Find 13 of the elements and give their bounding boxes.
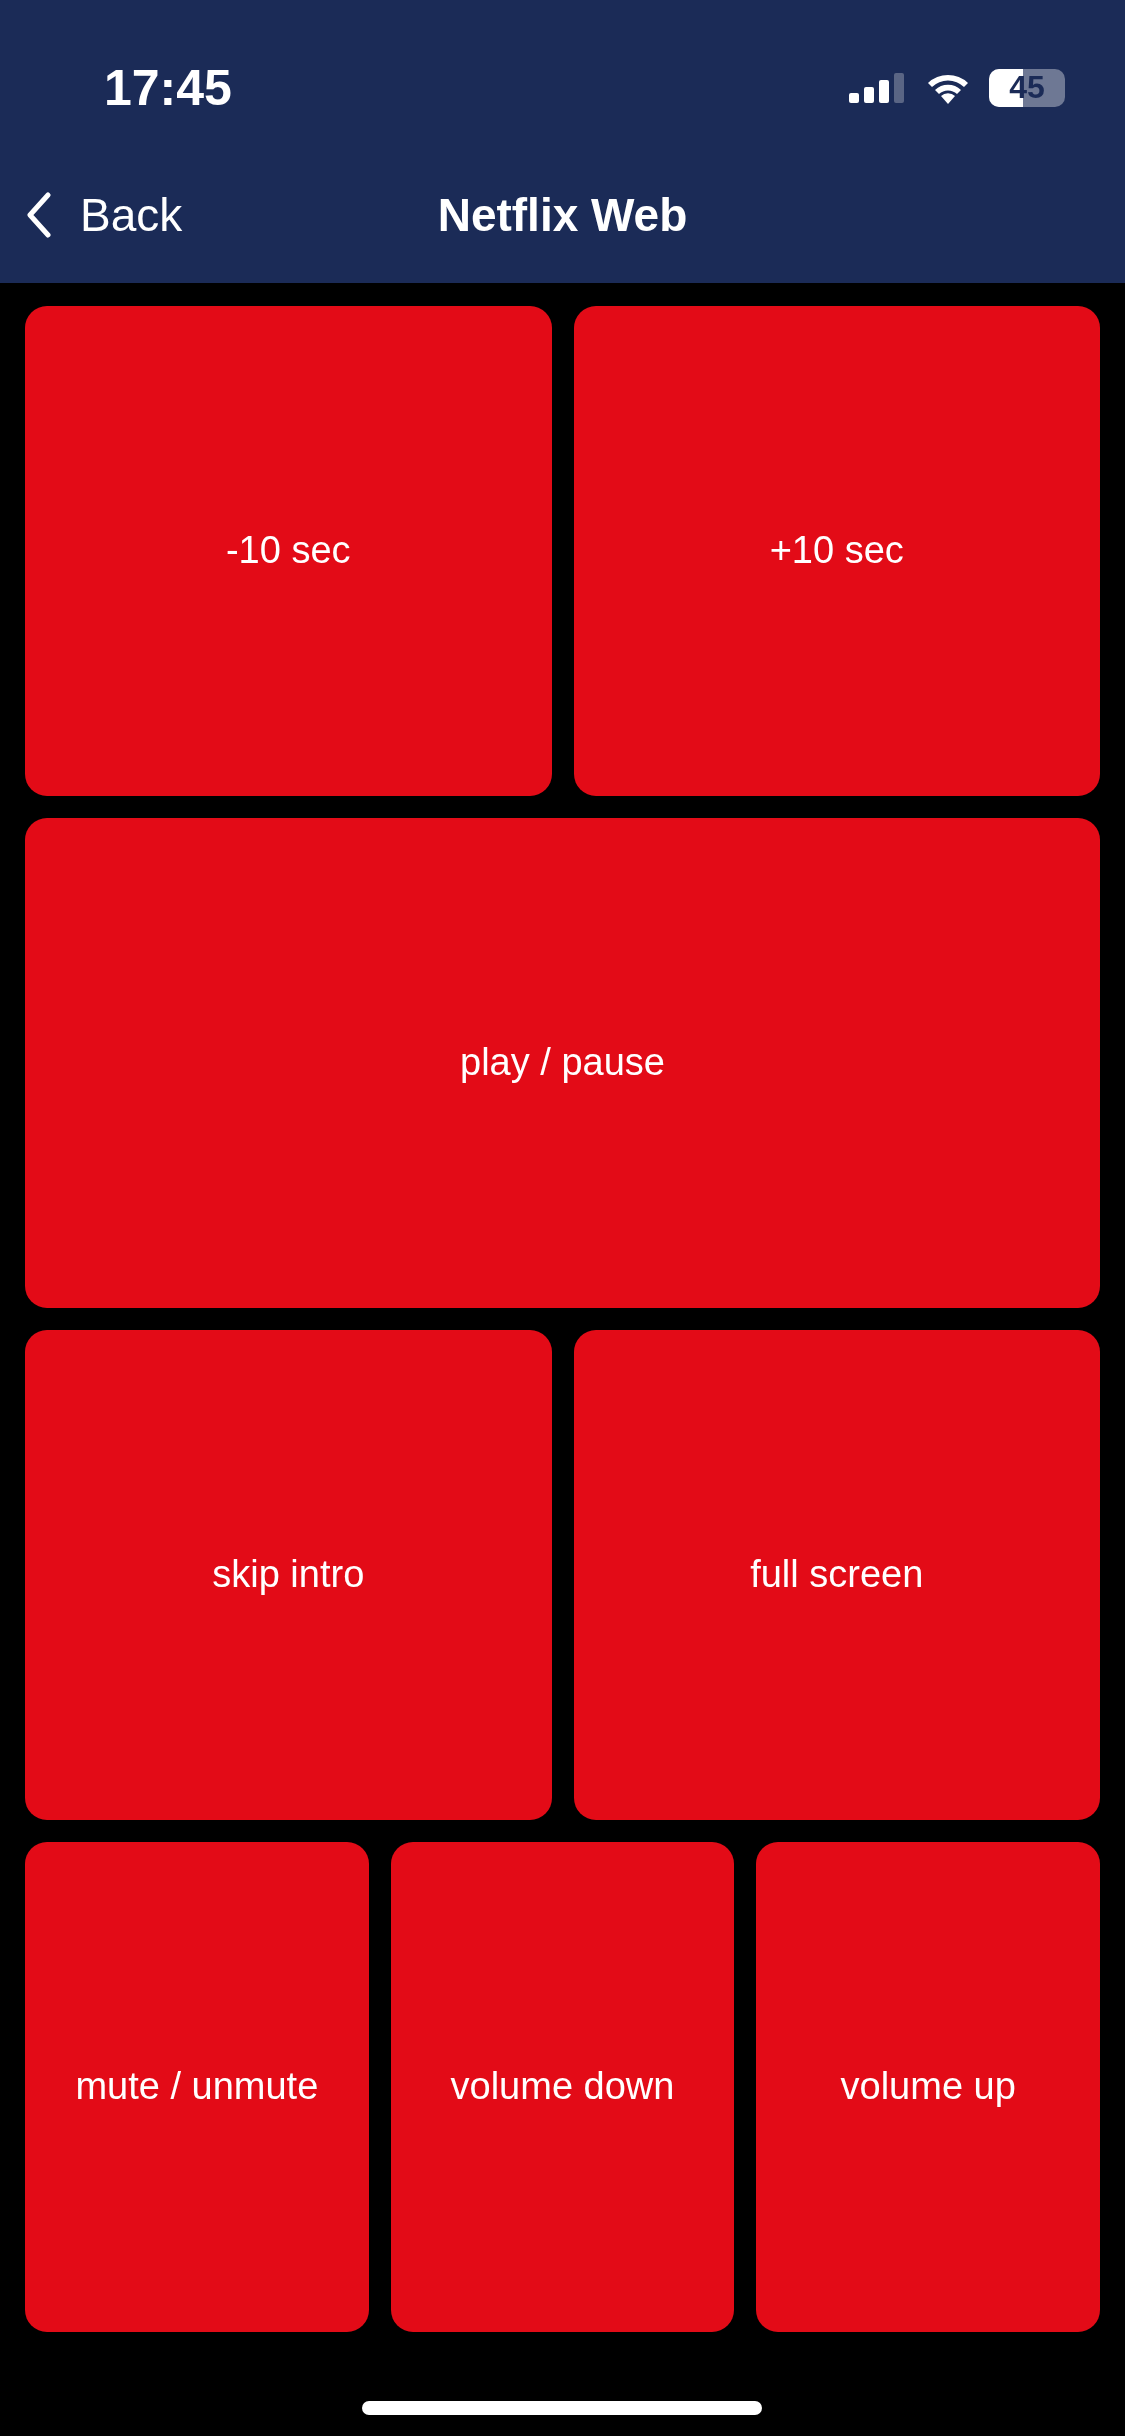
remote-button[interactable]: full screen	[573, 1330, 1100, 1820]
remote-button[interactable]: -10 sec	[25, 306, 552, 796]
remote-button[interactable]: volume up	[756, 1842, 1100, 2332]
signal-icon	[849, 72, 907, 103]
remote-button[interactable]: +10 sec	[573, 306, 1100, 796]
remote-button[interactable]: play / pause	[25, 818, 1100, 1308]
remote-button[interactable]: volume down	[390, 1842, 735, 2332]
remote-button[interactable]: mute / unmute	[25, 1842, 369, 2332]
back-button[interactable]: Back	[26, 188, 183, 242]
status-time: 17:45	[104, 58, 232, 117]
chevron-left-icon	[26, 192, 52, 238]
remote-button[interactable]: skip intro	[25, 1330, 552, 1820]
page-title: Netflix Web	[437, 188, 688, 242]
